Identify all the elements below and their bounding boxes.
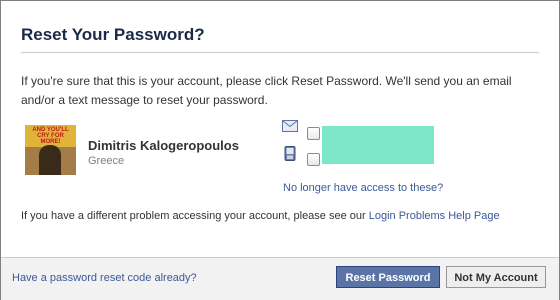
login-problems-help-link[interactable]: Login Problems Help Page xyxy=(369,210,500,222)
title-divider xyxy=(21,52,539,53)
account-location: Greece xyxy=(88,155,125,167)
mobile-phone-icon xyxy=(284,146,296,161)
intro-text: If you're sure that this is your account… xyxy=(21,74,512,107)
email-option-checkbox[interactable] xyxy=(307,127,320,140)
avatar-caption: AND YOU'LL CRY FOR MORE! xyxy=(32,127,69,145)
phone-option-checkbox[interactable] xyxy=(307,153,320,166)
dialog-title: Reset Your Password? xyxy=(21,25,205,44)
no-longer-have-access-link[interactable]: No longer have access to these? xyxy=(283,182,443,194)
reset-password-button[interactable]: Reset Password xyxy=(336,266,440,288)
other-problem-text: If you have a different problem accessin… xyxy=(21,207,541,226)
not-my-account-button[interactable]: Not My Account xyxy=(446,266,546,288)
avatar: AND YOU'LL CRY FOR MORE! xyxy=(25,125,76,175)
other-problem-message: If you have a different problem accessin… xyxy=(21,210,369,222)
reset-password-dialog: Reset Your Password? If you're sure that… xyxy=(0,0,560,300)
account-name: Dimitris Kalogeropoulos xyxy=(88,138,239,153)
reset-code-link[interactable]: Have a password reset code already? xyxy=(12,272,197,284)
envelope-icon xyxy=(282,120,298,132)
dialog-footer: Have a password reset code already? Rese… xyxy=(1,257,559,300)
redacted-contact-details xyxy=(322,126,434,164)
